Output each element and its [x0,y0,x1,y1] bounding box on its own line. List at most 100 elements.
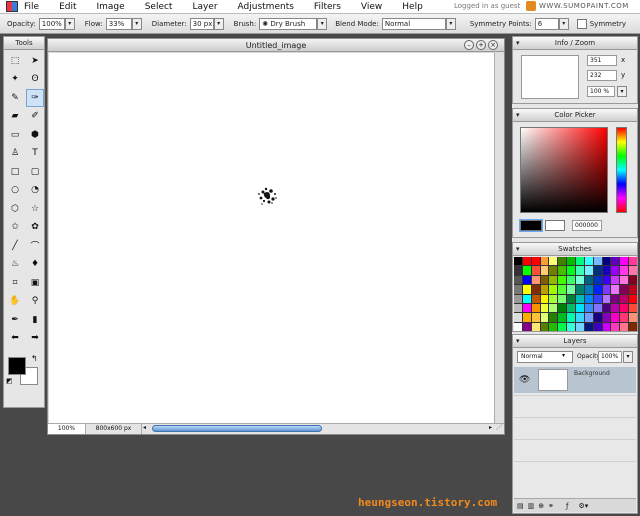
arrow-right-icon[interactable]: ➡ [26,330,44,348]
color-swatch[interactable] [593,266,602,275]
color-swatch[interactable] [620,257,629,266]
color-swatch[interactable] [531,294,540,303]
color-swatch[interactable] [593,257,602,266]
color-swatch[interactable] [629,294,637,303]
collapse-icon[interactable]: ▾ [516,335,520,348]
magic-wand-icon[interactable]: ✦ [6,71,24,89]
layer-fx-icon[interactable]: ƒ [566,502,568,510]
close-icon[interactable]: × [488,40,498,50]
color-swatch[interactable] [576,257,584,266]
color-swatch[interactable] [514,313,522,322]
color-swatch[interactable] [558,257,567,266]
color-swatch[interactable] [558,285,567,294]
hue-slider[interactable] [616,127,627,213]
color-swatch[interactable] [549,285,558,294]
color-swatch[interactable] [558,303,567,313]
hex-input[interactable]: 000000 [572,220,602,231]
brush-icon[interactable]: ✑ [26,89,44,107]
color-swatch[interactable] [558,266,567,275]
color-swatch[interactable] [540,303,549,313]
zoom-dropdown[interactable]: ▾ [617,86,627,97]
color-swatch[interactable] [584,322,593,331]
color-swatch[interactable] [558,294,567,303]
color-swatch[interactable] [514,303,522,313]
color-swatch[interactable] [611,285,620,294]
color-swatch[interactable] [593,322,602,331]
color-swatch[interactable] [611,294,620,303]
scroll-right-icon[interactable]: ▸ [489,424,492,431]
color-swatch[interactable] [522,285,531,294]
gradient-icon[interactable]: ▭ [6,126,24,144]
color-swatch[interactable] [584,257,593,266]
color-swatch[interactable] [549,303,558,313]
color-swatch[interactable] [584,285,593,294]
color-swatch[interactable] [602,275,611,285]
curve-icon[interactable]: ⌒ [26,237,44,255]
color-swatch[interactable] [593,275,602,285]
horizontal-scrollbar[interactable]: ◂ ▸ ⋰ [142,424,504,434]
layer-opacity-dropdown[interactable]: ▾ [623,351,633,363]
color-swatch[interactable] [514,322,522,331]
color-swatch[interactable] [576,285,584,294]
layer-settings-icon[interactable]: ⚙▾ [578,502,588,510]
resize-grip-icon[interactable]: ⋰ [496,424,502,431]
zoom-field[interactable]: 100% [48,424,86,434]
color-swatch[interactable] [558,322,567,331]
color-picker-title[interactable]: ▾ Color Picker [513,109,637,122]
text-icon[interactable]: T [26,145,44,163]
color-swatch[interactable] [576,303,584,313]
color-swatch[interactable] [531,322,540,331]
blend-dropdown[interactable]: ▾ [445,17,456,30]
color-swatch[interactable] [514,266,522,275]
color-swatch[interactable] [593,285,602,294]
rounded-rect-icon[interactable]: ▢ [26,163,44,181]
crop-icon[interactable]: ⌗ [6,274,24,292]
marquee-icon[interactable]: ⬚ [6,52,24,70]
diameter-dropdown[interactable]: ▾ [213,17,224,30]
color-swatch[interactable] [567,266,575,275]
color-swatch[interactable] [584,266,593,275]
color-swatch[interactable] [629,322,637,331]
color-swatch[interactable] [602,313,611,322]
secondary-color-box[interactable] [545,220,565,231]
star-outline-icon[interactable]: ✩ [6,219,24,237]
info-zoom-title[interactable]: ▾ Info / Zoom [513,37,637,50]
color-swatch[interactable] [540,294,549,303]
new-layer-icon[interactable]: ▤ [517,502,524,510]
collapse-icon[interactable]: ▾ [516,109,520,122]
color-swatch[interactable] [584,303,593,313]
menu-image[interactable]: Image [97,2,125,12]
color-swatch[interactable] [620,303,629,313]
color-swatch[interactable] [540,322,549,331]
collapse-icon[interactable]: ▾ [516,37,520,50]
saturation-value-field[interactable] [520,127,608,213]
color-swatch[interactable] [531,303,540,313]
color-swatch[interactable] [611,322,620,331]
color-swatch[interactable] [522,303,531,313]
color-swatch[interactable] [549,313,558,322]
reset-colors-icon[interactable]: ◩ [6,377,13,385]
menu-file[interactable]: File [24,2,39,12]
color-swatch[interactable] [522,275,531,285]
layer-blend-dropdown[interactable]: ▾ [562,352,565,359]
hexagon-icon[interactable]: ⬡ [6,200,24,218]
symmetry-points-input[interactable]: 6 [534,17,559,30]
color-swatch[interactable] [514,285,522,294]
rectangle-icon[interactable]: □ [6,163,24,181]
color-swatch[interactable] [522,294,531,303]
color-swatch[interactable] [620,285,629,294]
layer-row[interactable]: 👁 Background [514,367,636,393]
document-title-bar[interactable]: Untitled_image – + × [48,39,504,52]
opacity-input[interactable]: 100% [38,17,65,30]
color-swatch[interactable] [567,285,575,294]
minimize-icon[interactable]: – [464,40,474,50]
color-swatch[interactable] [611,313,620,322]
color-swatch[interactable] [576,275,584,285]
bucket-icon[interactable]: ⬢ [26,126,44,144]
zoom-input[interactable]: 100 % [587,86,615,97]
pie-icon[interactable]: ◔ [26,182,44,200]
color-swatch[interactable] [602,294,611,303]
star-icon[interactable]: ☆ [26,200,44,218]
color-swatch[interactable] [522,257,531,266]
zoom-icon[interactable]: ⚲ [26,293,44,311]
